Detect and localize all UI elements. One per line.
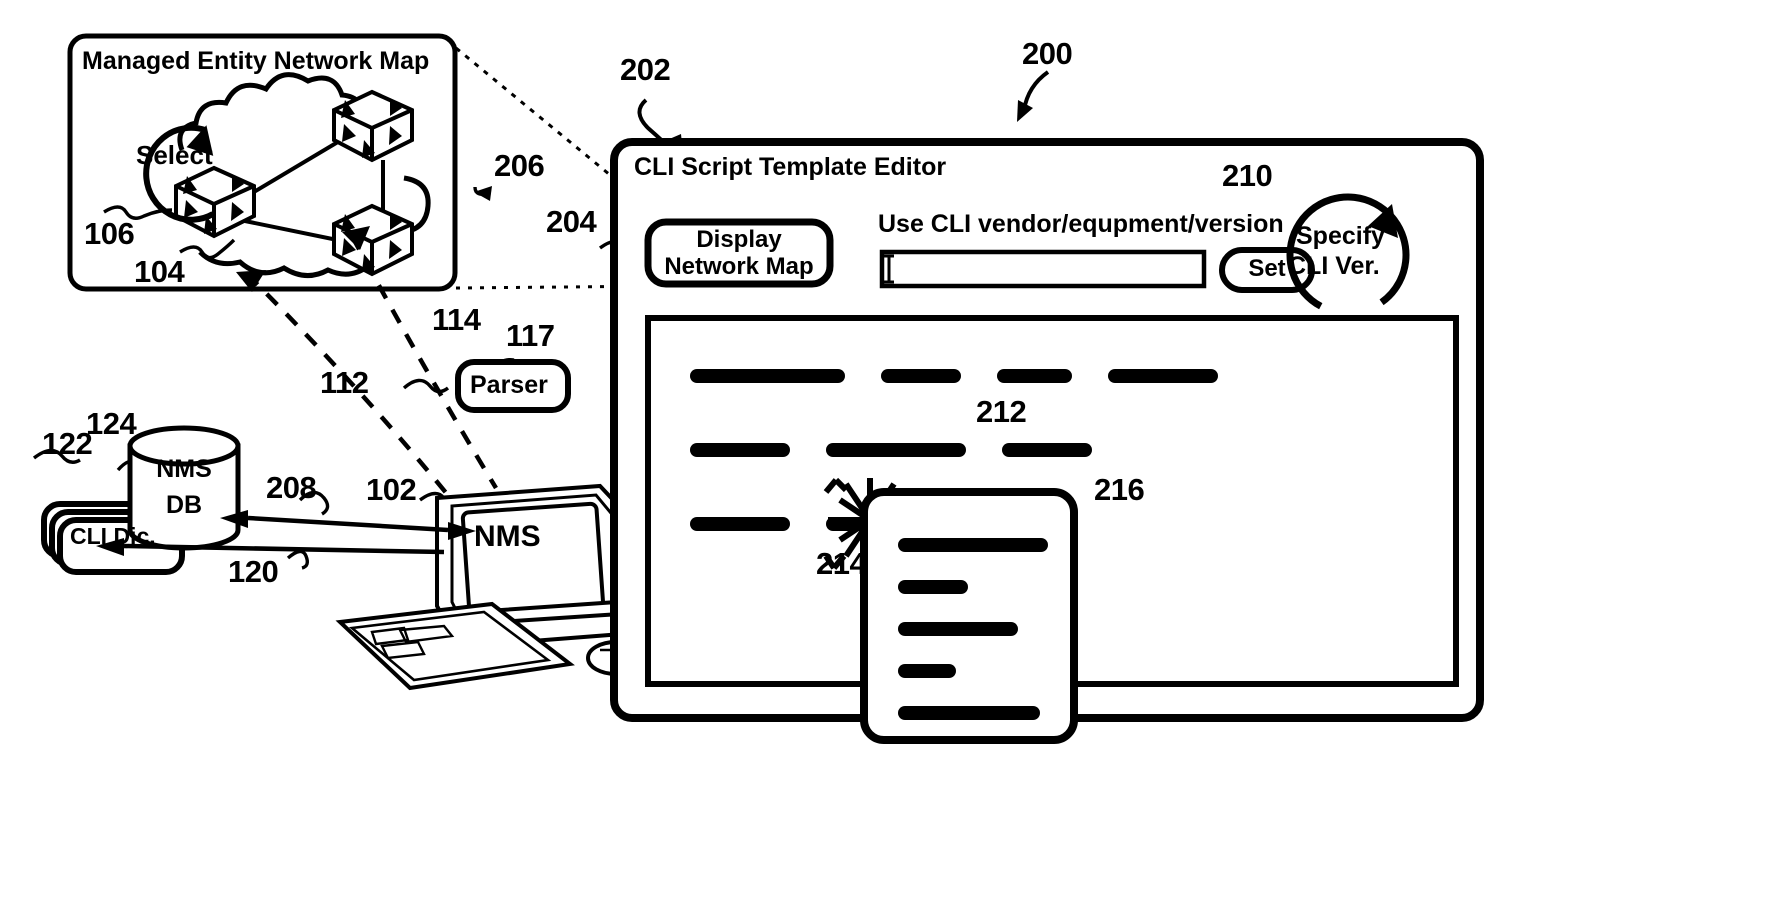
leader-120 bbox=[286, 549, 310, 570]
specify-annotation-line1: Specify bbox=[1296, 222, 1385, 250]
ref-206: 206 bbox=[494, 148, 545, 183]
script-line-segment bbox=[881, 369, 961, 383]
select-label: Select bbox=[136, 140, 213, 170]
ref-202: 202 bbox=[620, 52, 671, 87]
nms-db-line1: NMS bbox=[156, 455, 212, 483]
script-line-segment bbox=[826, 443, 966, 457]
cli-version-label: Use CLI vendor/equpment/version bbox=[878, 210, 1284, 238]
network-map-title: Managed Entity Network Map bbox=[82, 47, 430, 75]
ref-204: 204 bbox=[546, 204, 597, 239]
ref-106: 106 bbox=[84, 216, 135, 251]
nms-db-line2: DB bbox=[165, 491, 203, 519]
ref-104: 104 bbox=[134, 254, 185, 289]
display-network-map-button-line1[interactable]: Display bbox=[648, 226, 830, 254]
specify-annotation-line2: CLI Ver. bbox=[1288, 252, 1380, 280]
ref-210: 210 bbox=[1222, 158, 1273, 193]
script-line-segment bbox=[690, 443, 790, 457]
ref-102: 102 bbox=[366, 472, 417, 507]
ref-212: 212 bbox=[976, 394, 1027, 429]
cli-dictionary-label[interactable]: CLI Dic. bbox=[70, 525, 156, 548]
ref-124: 124 bbox=[86, 406, 137, 441]
popup-menu-panel[interactable] bbox=[860, 488, 1078, 744]
ref-200: 200 bbox=[1022, 36, 1073, 71]
ref-114: 114 bbox=[432, 302, 481, 337]
popup-menu-item[interactable] bbox=[898, 622, 1018, 636]
script-line-segment bbox=[1108, 369, 1218, 383]
popup-menu-item[interactable] bbox=[898, 706, 1040, 720]
diagram-vector-layer bbox=[32, 33, 1484, 744]
script-line-segment bbox=[1002, 443, 1092, 457]
script-line-segment bbox=[690, 517, 790, 531]
ref-214: 214 bbox=[816, 546, 867, 581]
editor-window-title: CLI Script Template Editor bbox=[634, 153, 947, 181]
popup-menu-item[interactable] bbox=[898, 664, 956, 678]
ref-122: 122 bbox=[42, 426, 93, 461]
cli-version-input[interactable] bbox=[898, 256, 1196, 280]
leader-112 bbox=[402, 378, 450, 394]
ref-117: 117 bbox=[506, 318, 555, 353]
popup-menu-item[interactable] bbox=[898, 538, 1048, 552]
ref-216: 216 bbox=[1094, 472, 1145, 507]
popup-menu-item[interactable] bbox=[898, 580, 968, 594]
nms-screen-label: NMS bbox=[474, 520, 541, 553]
script-line-segment bbox=[997, 369, 1072, 383]
ref-120: 120 bbox=[228, 554, 279, 589]
ref-208: 208 bbox=[266, 470, 317, 505]
patent-figure: Managed Entity Network Map Select 106 10… bbox=[0, 0, 1769, 913]
parser-label[interactable]: Parser bbox=[470, 373, 548, 398]
leader-200 bbox=[1022, 70, 1050, 111]
ref-112: 112 bbox=[320, 365, 369, 400]
script-line-segment bbox=[690, 369, 845, 383]
display-network-map-button-line2[interactable]: Network Map bbox=[648, 253, 830, 281]
